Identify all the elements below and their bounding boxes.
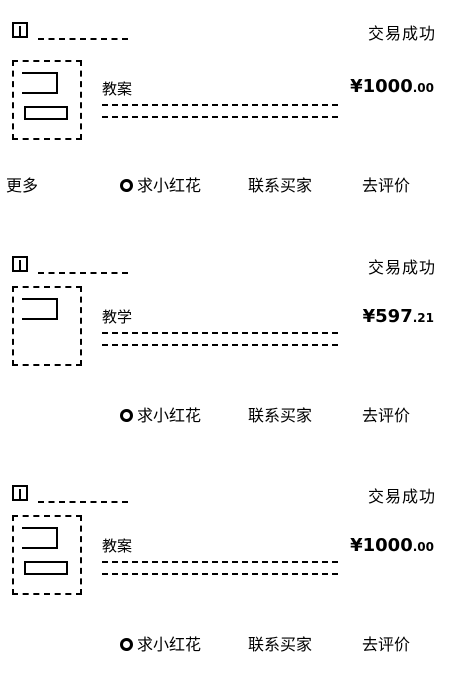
product-price: ¥1000.00	[350, 76, 434, 97]
store-name-redacted[interactable]	[38, 487, 128, 503]
order-header: 交易成功	[12, 254, 436, 278]
more-button[interactable]: 更多	[6, 172, 38, 196]
order-status: 交易成功	[367, 258, 436, 277]
flower-icon	[120, 179, 133, 192]
ask-flower-button[interactable]: 求小红花	[120, 402, 201, 426]
product-price: ¥1000.00	[350, 535, 434, 556]
ask-flower-button[interactable]: 求小红花	[120, 172, 201, 196]
product-title-prefix: 教案	[102, 80, 133, 98]
product-title-redacted	[102, 104, 338, 118]
product-title[interactable]: 教学	[102, 306, 338, 346]
store-icon	[12, 485, 28, 501]
product-title-redacted	[102, 561, 338, 575]
product-title[interactable]: 教案	[102, 78, 338, 118]
contact-buyer-button[interactable]: 联系买家	[248, 631, 312, 655]
product-price: ¥597.21	[362, 306, 434, 327]
product-thumbnail[interactable]	[12, 60, 82, 140]
contact-buyer-button[interactable]: 联系买家	[248, 172, 312, 196]
product-title[interactable]: 教案	[102, 535, 338, 575]
product-thumbnail[interactable]	[12, 286, 82, 366]
order-header: 交易成功	[12, 20, 436, 44]
contact-buyer-button[interactable]: 联系买家	[248, 402, 312, 426]
product-title-prefix: 教案	[102, 537, 133, 555]
product-title-prefix: 教学	[102, 308, 133, 326]
store-name-redacted[interactable]	[38, 258, 128, 274]
product-thumbnail[interactable]	[12, 515, 82, 595]
review-button[interactable]: 去评价	[362, 172, 410, 196]
ask-flower-button[interactable]: 求小红花	[120, 631, 201, 655]
order-status: 交易成功	[367, 24, 436, 43]
store-icon	[12, 256, 28, 272]
flower-icon	[120, 409, 133, 422]
order-status: 交易成功	[367, 487, 436, 506]
order-actions: 求小红花 联系买家 去评价	[0, 402, 456, 426]
flower-icon	[120, 638, 133, 651]
order-actions: 求小红花 联系买家 去评价	[0, 631, 456, 655]
store-icon	[12, 22, 28, 38]
order-header: 交易成功	[12, 483, 436, 507]
order-card[interactable]: 交易成功 教案 ¥1000.00 更多 求小红花 联系买家 去评价	[0, 0, 456, 229]
store-name-redacted[interactable]	[38, 24, 128, 40]
review-button[interactable]: 去评价	[362, 631, 410, 655]
order-actions: 更多 求小红花 联系买家 去评价	[0, 172, 456, 196]
review-button[interactable]: 去评价	[362, 402, 410, 426]
order-card[interactable]: 交易成功 教学 ¥597.21 求小红花 联系买家 去评价	[0, 230, 456, 459]
product-title-redacted	[102, 332, 338, 346]
order-card[interactable]: 交易成功 教案 ¥1000.00 求小红花 联系买家 去评价	[0, 459, 456, 688]
